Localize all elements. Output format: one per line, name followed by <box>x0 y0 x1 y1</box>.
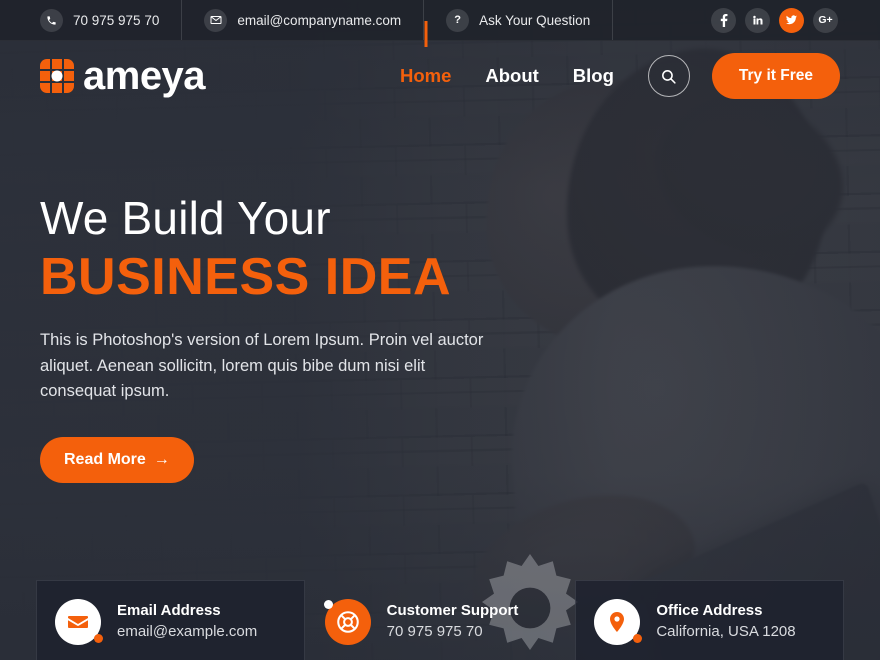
topbar-phone-label: 70 975 975 70 <box>73 12 160 28</box>
facebook-icon[interactable] <box>711 7 736 33</box>
logo-text: ameya <box>83 54 206 98</box>
logo-center-dot <box>51 70 63 82</box>
topbar-email-label: email@companyname.com <box>237 12 402 28</box>
card-accent-dot <box>323 599 333 609</box>
contact-cards: Email Address email@example.com Customer… <box>36 580 845 660</box>
googleplus-icon[interactable]: G+ <box>813 7 838 33</box>
map-pin-icon <box>594 598 643 645</box>
read-more-label: Read More <box>64 450 146 468</box>
topbar-email[interactable]: email@companyname.com <box>182 0 425 40</box>
card-subtitle: 70 975 975 70 <box>386 623 483 641</box>
card-subtitle: email@example.com <box>117 623 258 641</box>
hero-title-line2: BUSINESS IDEA <box>40 247 452 306</box>
page-root: 70 975 975 70 email@companyname.com ? As… <box>0 0 880 660</box>
main-navigation: Home About Blog <box>400 59 614 93</box>
card-customer-support[interactable]: Customer Support 70 975 975 70 <box>306 580 575 660</box>
hero-title: We Build Your BUSINESS IDEA <box>40 189 560 306</box>
card-subtitle: California, USA 1208 <box>656 623 796 641</box>
envelope-icon <box>204 8 228 32</box>
card-accent-dot <box>633 633 643 643</box>
hero-section: We Build Your BUSINESS IDEA This is Phot… <box>0 111 560 483</box>
topbar-question[interactable]: ? Ask Your Question <box>424 0 614 40</box>
topbar-question-label: Ask Your Question <box>479 12 591 28</box>
site-header: ameya Home About Blog Try it Free <box>0 41 880 111</box>
card-office-address[interactable]: Office Address California, USA 1208 <box>575 580 845 660</box>
card-text: Office Address California, USA 1208 <box>656 601 825 642</box>
hero-paragraph: This is Photoshop's version of Lorem Ips… <box>40 331 484 401</box>
card-text: Email Address email@example.com <box>117 601 286 642</box>
read-more-button[interactable]: Read More → <box>40 436 194 483</box>
logo[interactable]: ameya <box>40 54 206 98</box>
nav-item-home[interactable]: Home <box>400 59 451 93</box>
card-title: Email Address <box>117 601 221 619</box>
phone-icon <box>40 8 63 32</box>
card-title: Customer Support <box>386 601 519 619</box>
hero-title-line1: We Build Your <box>40 192 331 244</box>
card-email-address[interactable]: Email Address email@example.com <box>36 580 305 660</box>
arrow-right-icon: → <box>153 450 170 468</box>
search-icon[interactable] <box>647 55 690 97</box>
envelope-icon <box>55 598 103 645</box>
card-title: Office Address <box>656 601 763 619</box>
topbar-phone[interactable]: 70 975 975 70 <box>0 0 183 40</box>
top-bar: 70 975 975 70 email@companyname.com ? As… <box>0 0 880 41</box>
try-it-free-button[interactable]: Try it Free <box>711 53 840 99</box>
question-mark-icon: ? <box>446 8 470 32</box>
twitter-icon[interactable] <box>779 7 804 33</box>
linkedin-icon[interactable] <box>745 7 770 33</box>
card-text: Customer Support 70 975 975 70 <box>387 601 556 642</box>
card-accent-dot <box>94 633 103 643</box>
nav-item-about[interactable]: About <box>485 59 538 93</box>
social-links: G+ <box>711 0 880 40</box>
nav-item-blog[interactable]: Blog <box>573 59 614 93</box>
logo-grid-icon <box>40 59 74 93</box>
lifebuoy-icon <box>323 598 371 645</box>
